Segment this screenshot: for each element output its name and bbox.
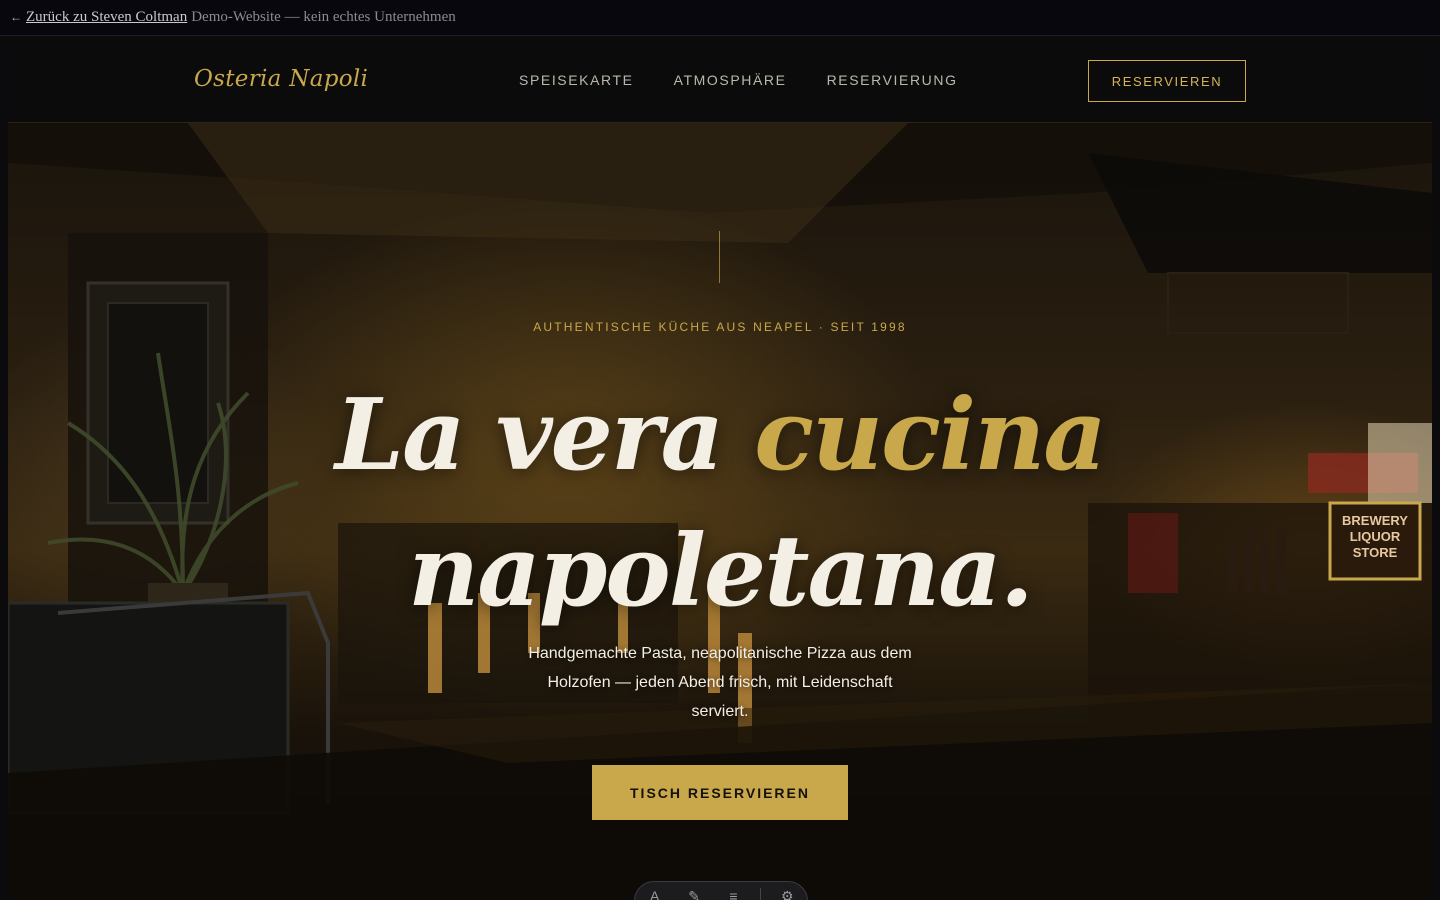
hero-subtext: Handgemachte Pasta, neapolitanische Pizz…	[528, 645, 912, 720]
top-navigation: Osteria Napoli SPEISEKARTE ATMOSPHÄRE RE…	[8, 36, 1432, 123]
text-tool-icon[interactable]: A	[642, 888, 668, 900]
floating-toolbar: A ✎ ≡ ⚙	[634, 881, 808, 900]
hero-section: BREWERY LIQUOR STORE AUTHENTISCHE KÜCHE …	[8, 123, 1432, 900]
back-link[interactable]: Zurück zu Steven Coltman	[26, 9, 187, 26]
decorative-line	[719, 231, 720, 283]
nav-links: SPEISEKARTE ATMOSPHÄRE RESERVIERUNG	[519, 72, 958, 88]
settings-gear-icon[interactable]: ⚙	[774, 888, 800, 900]
hero-headline: La vera cucina napoletana.	[8, 368, 1432, 640]
demo-banner: ← Zurück zu Steven Coltman Demo-Website …	[0, 0, 1440, 36]
toolbar-divider	[759, 888, 761, 900]
headline-accent: cucina	[754, 378, 1107, 493]
logo[interactable]: Osteria Napoli	[194, 66, 368, 92]
headline-part1: La vera	[335, 378, 755, 493]
headline-part2: napoletana.	[408, 514, 1034, 629]
draw-tool-icon[interactable]: ✎	[681, 888, 707, 900]
nav-link-atmosphaere[interactable]: ATMOSPHÄRE	[674, 72, 787, 88]
reserve-table-button[interactable]: TISCH RESERVIEREN	[592, 765, 848, 820]
reserve-button[interactable]: RESERVIEREN	[1088, 60, 1246, 102]
demo-note: Demo-Website — kein echtes Unternehmen	[191, 9, 456, 25]
nav-link-reservierung[interactable]: RESERVIERUNG	[827, 72, 958, 88]
list-tool-icon[interactable]: ≡	[720, 888, 746, 900]
nav-link-speisekarte[interactable]: SPEISEKARTE	[519, 72, 634, 88]
site-frame: Osteria Napoli SPEISEKARTE ATMOSPHÄRE RE…	[8, 36, 1432, 900]
back-arrow-icon: ←	[10, 10, 22, 24]
hero-eyebrow: AUTHENTISCHE KÜCHE AUS NEAPEL · SEIT 199…	[533, 320, 907, 334]
